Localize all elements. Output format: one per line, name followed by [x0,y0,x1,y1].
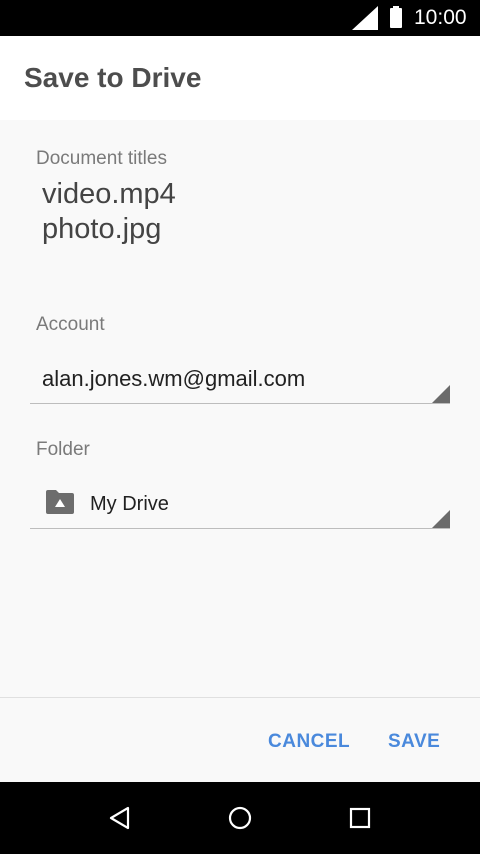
folder-label: Folder [36,439,90,460]
account-value: alan.jones.wm@gmail.com [42,366,306,391]
document-title-item: video.mp4 [42,178,176,210]
drive-folder-icon [46,490,74,514]
dropdown-arrow-icon [432,385,450,403]
home-icon[interactable] [226,804,254,832]
document-titles-label: Document titles [36,148,167,169]
page-title: Save to Drive [24,62,202,93]
cancel-button[interactable]: CANCEL [268,731,350,753]
account-label: Account [36,314,105,335]
dropdown-arrow-icon [432,510,450,528]
navigation-bar [0,782,480,854]
signal-icon [352,6,378,30]
dialog-header: Save to Drive [0,36,480,120]
status-time: 10:00 [414,6,467,29]
folder-dropdown[interactable]: My Drive [30,481,450,529]
folder-value: My Drive [90,493,169,515]
dialog-actions: CANCEL SAVE [0,697,480,782]
status-bar: 10:00 [0,0,480,36]
account-dropdown[interactable]: alan.jones.wm@gmail.com [30,356,450,404]
save-button[interactable]: SAVE [388,731,440,753]
document-title-item: photo.jpg [42,213,162,245]
dialog-content: Document titles video.mp4 photo.jpg Acco… [0,120,480,697]
back-icon[interactable] [106,804,134,832]
recents-icon[interactable] [346,804,374,832]
battery-icon [390,6,402,28]
